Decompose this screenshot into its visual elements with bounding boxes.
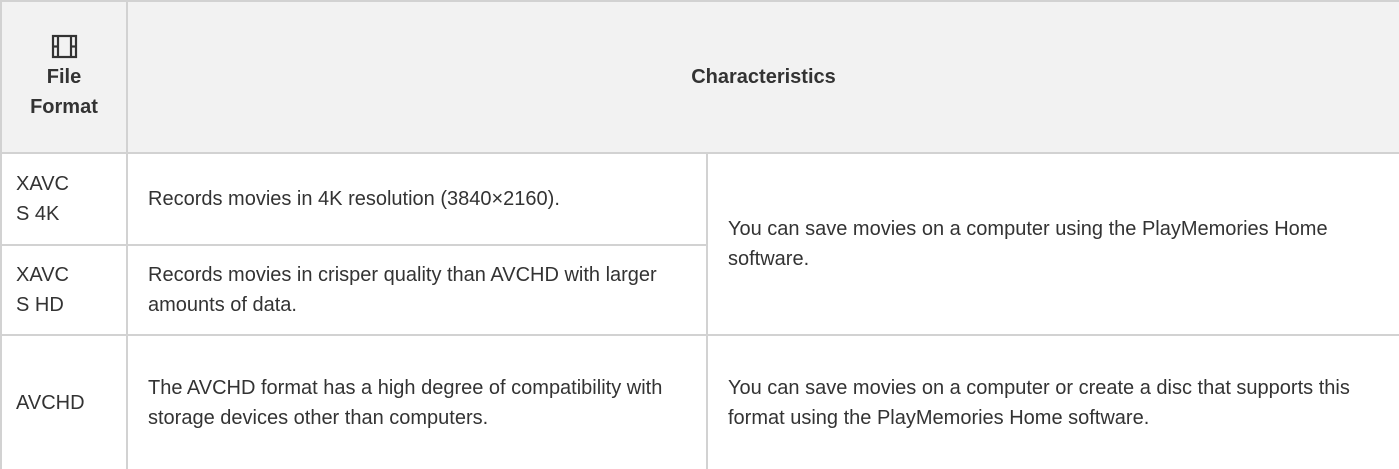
format-name-line1: XAVC — [16, 264, 69, 286]
format-cell-avchd: AVCHD — [0, 334, 128, 469]
format-name-line1: XAVC — [16, 173, 69, 195]
saving-cell: You can save movies on a computer or cre… — [706, 334, 1399, 469]
file-format-table: File Format Characteristics XAVC S 4K Re… — [0, 0, 1399, 469]
description-cell: The AVCHD format has a high degree of co… — [126, 334, 708, 469]
table-row: XAVC S 4K Records movies in 4K resolutio… — [0, 152, 1399, 336]
description-cell: Records movies in crisper quality than A… — [126, 244, 708, 336]
format-name: AVCHD — [16, 391, 85, 414]
shared-saving-cell: You can save movies on a computer using … — [706, 152, 1399, 336]
table-row: AVCHD The AVCHD format has a high degree… — [0, 334, 1399, 469]
movie-film-icon — [51, 34, 77, 58]
description-cell: Records movies in 4K resolution (3840×21… — [126, 152, 708, 246]
file-format-header: File Format — [0, 0, 128, 154]
characteristics-header: Characteristics — [126, 0, 1399, 154]
table-header-row: File Format Characteristics — [0, 0, 1399, 154]
format-name-line2: S 4K — [16, 203, 60, 225]
format-cell-xavc-s-hd: XAVC S HD — [0, 244, 128, 336]
file-format-label-line1: File — [46, 65, 82, 88]
file-format-label-line2: Format — [30, 95, 98, 118]
format-cell-xavc-s-4k: XAVC S 4K — [0, 152, 128, 246]
format-name-line2: S HD — [16, 294, 64, 316]
